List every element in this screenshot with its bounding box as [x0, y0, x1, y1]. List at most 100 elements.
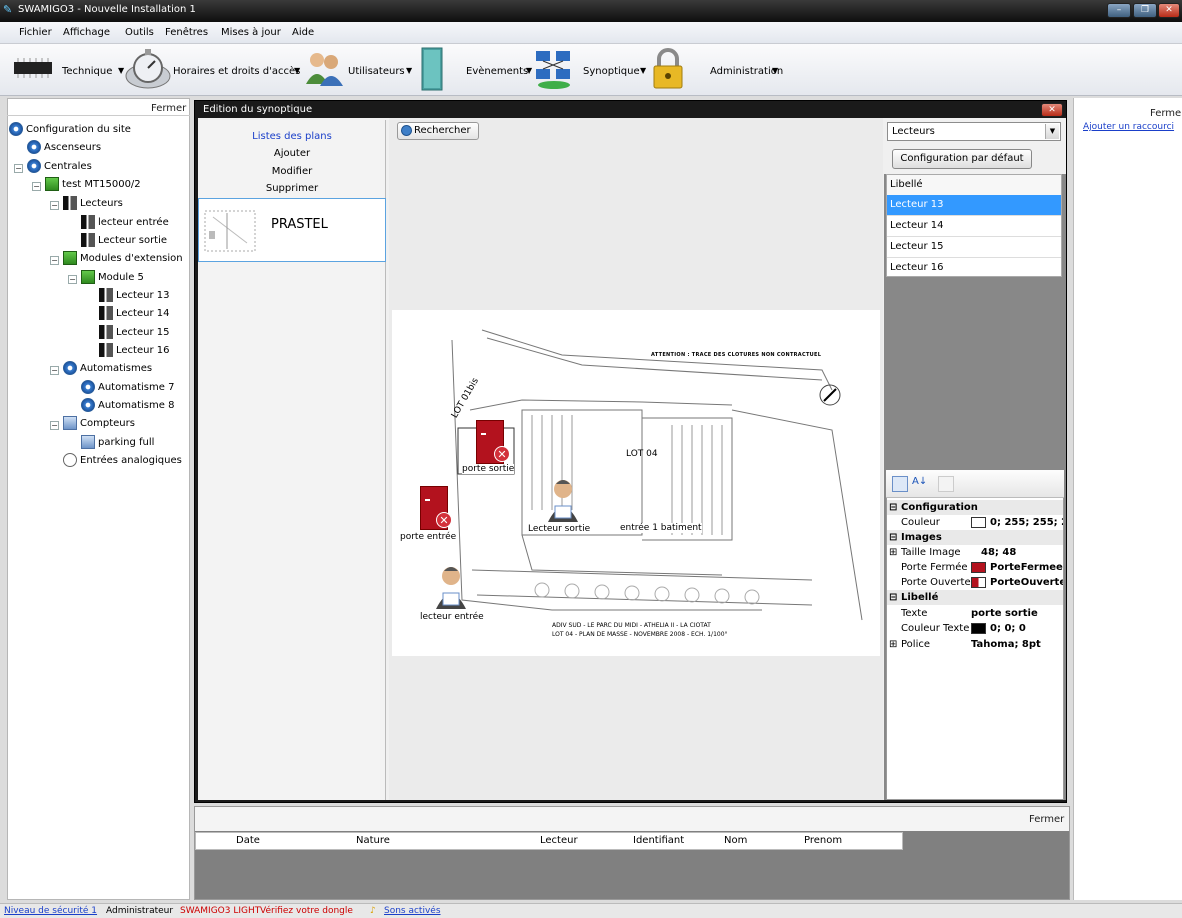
prop-row-police[interactable]: ⊞ Police Tahoma; 8pt: [887, 637, 1063, 652]
site-plan-drawing[interactable]: ATTENTION : TRACE DES CLOTURES NON CONTR…: [392, 310, 880, 656]
tree-modules-extension[interactable]: Modules d'extension: [63, 251, 183, 267]
modify-plan-link[interactable]: Modifier: [198, 166, 386, 177]
collapse-toggle[interactable]: −: [14, 164, 23, 173]
tree-automatismes[interactable]: Automatismes: [63, 361, 152, 377]
title-bar: ✎ SWAMIGO3 - Nouvelle Installation 1 – ❐…: [0, 0, 1182, 22]
tree-automatisme-7[interactable]: Automatisme 7: [81, 380, 174, 396]
default-config-button[interactable]: Configuration par défaut: [892, 149, 1032, 169]
column-prenom[interactable]: Prenom: [804, 835, 842, 846]
close-dialog-button[interactable]: ✕: [1041, 103, 1063, 117]
prop-row-texte[interactable]: Texte porte sortie: [887, 606, 1063, 621]
collapse-toggle[interactable]: −: [68, 275, 77, 284]
property-pages-icon[interactable]: [938, 476, 954, 492]
prop-key: Texte: [901, 608, 928, 619]
marker-porte-entree[interactable]: porte entrée: [400, 532, 457, 542]
tree-centrales[interactable]: Centrales: [27, 159, 92, 175]
add-plan-link[interactable]: Ajouter: [198, 148, 386, 159]
tree-lecteur-entree[interactable]: lecteur entrée: [81, 215, 169, 231]
stopwatch-icon: [125, 49, 171, 89]
column-nature[interactable]: Nature: [356, 835, 390, 846]
plans-list-link[interactable]: Listes des plans: [198, 131, 386, 142]
search-button[interactable]: Rechercher: [397, 122, 479, 140]
tree-module-5[interactable]: Module 5: [81, 270, 144, 286]
tree-central-mt15000[interactable]: test MT15000/2: [45, 177, 141, 193]
column-nom[interactable]: Nom: [724, 835, 747, 846]
menu-fenetres[interactable]: Fenêtres: [165, 27, 208, 38]
prop-category-images[interactable]: ⊟ Images: [887, 530, 1063, 545]
toolbar-horaires-label: Horaires et droits d'accès: [173, 66, 301, 77]
prop-category-libelle[interactable]: ⊟ Libellé: [887, 590, 1063, 605]
tree-lecteur-sortie[interactable]: Lecteur sortie: [81, 233, 167, 249]
tree-label: Lecteur 16: [116, 345, 170, 356]
collapse-toggle[interactable]: −: [50, 201, 59, 210]
close-shortcuts-button[interactable]: Fermer: [1150, 108, 1182, 119]
restore-button[interactable]: ❐: [1133, 3, 1157, 18]
close-window-button[interactable]: ✕: [1158, 3, 1180, 18]
reader-user-icon[interactable]: [546, 478, 580, 524]
categorized-icon[interactable]: [892, 476, 908, 492]
property-grid-toolbar: A↓: [886, 470, 1064, 498]
tree-compteurs[interactable]: Compteurs: [63, 416, 135, 432]
prop-row-porte-ouverte[interactable]: Porte Ouverte PorteOuverte: [887, 575, 1063, 590]
sort-alpha-icon[interactable]: A↓: [912, 476, 927, 487]
status-security-link[interactable]: Niveau de sécurité 1: [4, 904, 97, 918]
prop-row-couleur[interactable]: Couleur 0; 255; 255; 2: [887, 515, 1063, 530]
collapse-toggle[interactable]: −: [50, 256, 59, 265]
menu-affichage[interactable]: Affichage: [63, 27, 110, 38]
marker-lecteur-entree[interactable]: lecteur entrée: [420, 612, 484, 622]
reader-user-icon[interactable]: [434, 565, 468, 611]
marker-entree-batiment[interactable]: entrée 1 batiment: [620, 523, 702, 533]
tree-lecteur-16[interactable]: Lecteur 16: [99, 343, 169, 359]
plan-footer-1: ADIV SUD - LE PARC DU MIDI - ATHELIA II …: [552, 622, 711, 629]
chevron-down-icon: ▼: [526, 66, 533, 75]
search-icon: [401, 125, 412, 136]
reader-row[interactable]: Lecteur 15: [887, 237, 1061, 258]
marker-porte-sortie[interactable]: porte sortie: [462, 464, 515, 474]
tree-lecteur-13[interactable]: Lecteur 13: [99, 288, 169, 304]
tree-lecteurs[interactable]: Lecteurs: [63, 196, 123, 212]
delete-plan-link[interactable]: Supprimer: [198, 183, 386, 194]
column-date[interactable]: Date: [236, 835, 260, 846]
prop-key: Police: [901, 639, 930, 650]
collapse-toggle[interactable]: −: [32, 182, 41, 191]
tree-config-site[interactable]: Configuration du site: [9, 122, 131, 138]
reader-row[interactable]: Lecteur 16: [887, 258, 1061, 279]
close-panel-button[interactable]: Fermer: [151, 103, 186, 114]
error-badge-icon: ✕: [494, 446, 510, 462]
object-type-select[interactable]: Lecteurs ▼: [887, 122, 1061, 141]
chevron-down-icon[interactable]: ▼: [1045, 124, 1059, 139]
minimize-button[interactable]: –: [1107, 3, 1131, 18]
prop-row-taille[interactable]: ⊞ Taille Image 48; 48: [887, 545, 1063, 560]
collapse-toggle[interactable]: −: [50, 421, 59, 430]
tree-automatisme-8[interactable]: Automatisme 8: [81, 398, 174, 414]
tree-lecteur-15[interactable]: Lecteur 15: [99, 325, 169, 341]
tree-lecteur-14[interactable]: Lecteur 14: [99, 306, 169, 322]
collapse-toggle[interactable]: −: [50, 366, 59, 375]
users-icon: [306, 53, 343, 86]
gauge-icon: [63, 453, 77, 467]
column-lecteur[interactable]: Lecteur: [540, 835, 578, 846]
close-events-button[interactable]: Fermer: [1029, 814, 1064, 825]
plan-list-item[interactable]: PRASTEL: [198, 198, 386, 262]
tree-parking-full[interactable]: parking full: [81, 435, 154, 451]
prop-row-couleur-texte[interactable]: Couleur Texte 0; 0; 0: [887, 621, 1063, 636]
prop-category-configuration[interactable]: ⊟ Configuration: [887, 500, 1063, 515]
prop-row-porte-fermee[interactable]: Porte Fermée PorteFermee: [887, 560, 1063, 575]
menu-aide[interactable]: Aide: [292, 27, 314, 38]
expand-icon[interactable]: ⊞: [889, 637, 897, 652]
reader-row[interactable]: Lecteur 13: [887, 195, 1061, 216]
tree-ascenseurs[interactable]: Ascenseurs: [27, 140, 101, 156]
expand-icon[interactable]: ⊞: [889, 545, 897, 560]
menu-outils[interactable]: Outils: [125, 27, 154, 38]
reader-row[interactable]: Lecteur 14: [887, 216, 1061, 237]
column-identifiant[interactable]: Identifiant: [633, 835, 684, 846]
grid-header-libelle[interactable]: Libellé: [887, 175, 1061, 196]
menu-mises-a-jour[interactable]: Mises à jour: [221, 27, 281, 38]
error-badge-icon: ✕: [436, 512, 452, 528]
menu-fichier[interactable]: Fichier: [19, 27, 52, 38]
category-label: Configuration: [901, 502, 978, 513]
marker-lecteur-sortie[interactable]: Lecteur sortie: [528, 524, 591, 534]
status-sounds-link[interactable]: Sons activés: [384, 904, 441, 918]
tree-entrees-analogiques[interactable]: Entrées analogiques: [63, 453, 182, 469]
add-shortcut-link[interactable]: Ajouter un raccourci: [1083, 122, 1174, 132]
